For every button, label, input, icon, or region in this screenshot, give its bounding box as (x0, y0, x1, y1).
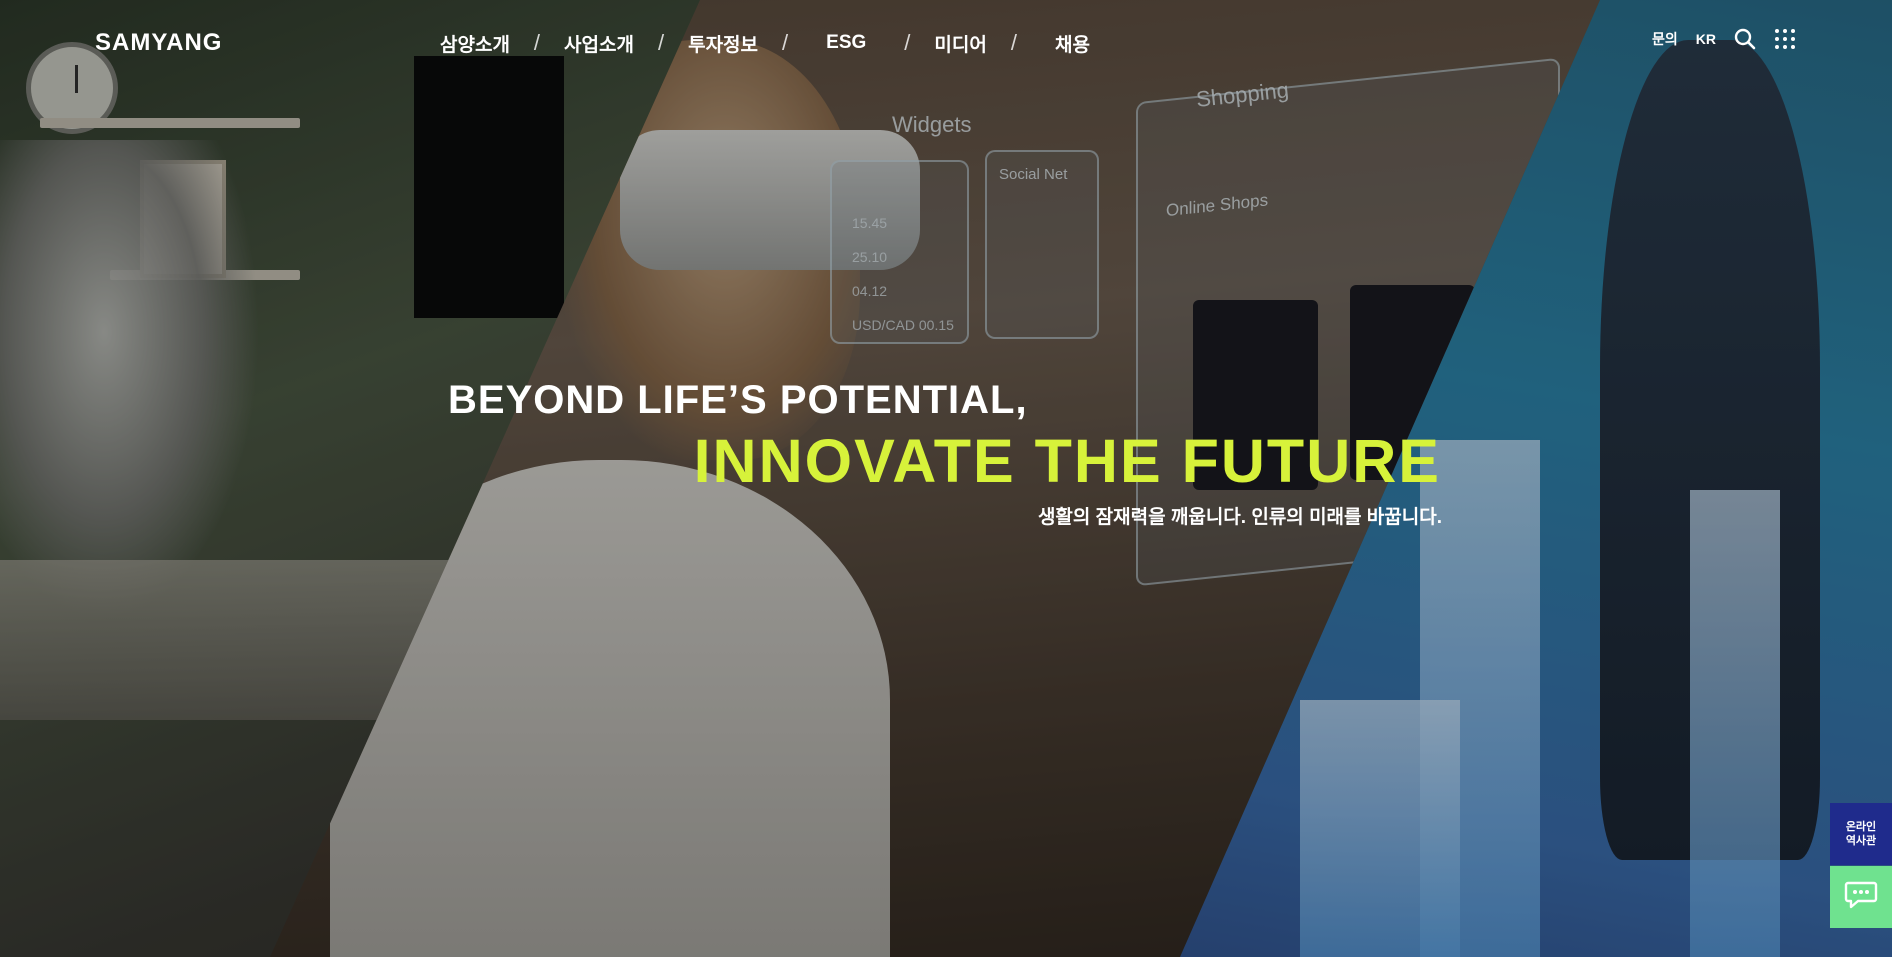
nav-item-business[interactable]: 사업소개 (564, 30, 634, 57)
nav-separator: / (1010, 30, 1017, 55)
chat-button[interactable] (1830, 866, 1892, 928)
nav-item-investor[interactable]: 투자정보 (688, 30, 758, 57)
museum-label-line2: 역사관 (1845, 835, 1877, 847)
museum-label-line1: 온라인 (1845, 821, 1877, 833)
hero-subtext: 생활의 잠재력을 깨웁니다. 인류의 미래를 바꿉니다. (1037, 507, 1442, 528)
nav-item-media[interactable]: 미디어 (934, 30, 986, 57)
nav-item-about[interactable]: 삼양소개 (440, 30, 510, 57)
nav-item-esg[interactable]: ESG (826, 32, 866, 54)
hero-headline-2: INNOVATE THE FUTURE (693, 427, 1441, 495)
contact-link[interactable]: 문의 (1652, 29, 1678, 49)
logo[interactable]: SAMYANG (95, 29, 222, 57)
header-utilities: 문의 KR (1652, 28, 1796, 50)
chat-icon (1844, 880, 1878, 915)
search-icon[interactable] (1734, 28, 1756, 50)
nav-item-careers[interactable]: 채용 (1055, 30, 1090, 57)
grid-menu-icon[interactable] (1774, 28, 1796, 50)
nav-separator: / (533, 30, 541, 55)
online-museum-button[interactable]: 온라인 역사관 (1830, 803, 1892, 865)
hero-headline-1: BEYOND LIFE’S POTENTIAL, (448, 378, 1028, 422)
nav-separator: / (782, 30, 789, 55)
main-nav: 삼양소개 / 사업소개 / 투자정보 / ESG / 미디어 / 채용 (440, 28, 1090, 58)
language-selector[interactable]: KR (1696, 31, 1716, 47)
nav-separator: / (657, 30, 665, 55)
nav-separator: / (904, 30, 911, 55)
